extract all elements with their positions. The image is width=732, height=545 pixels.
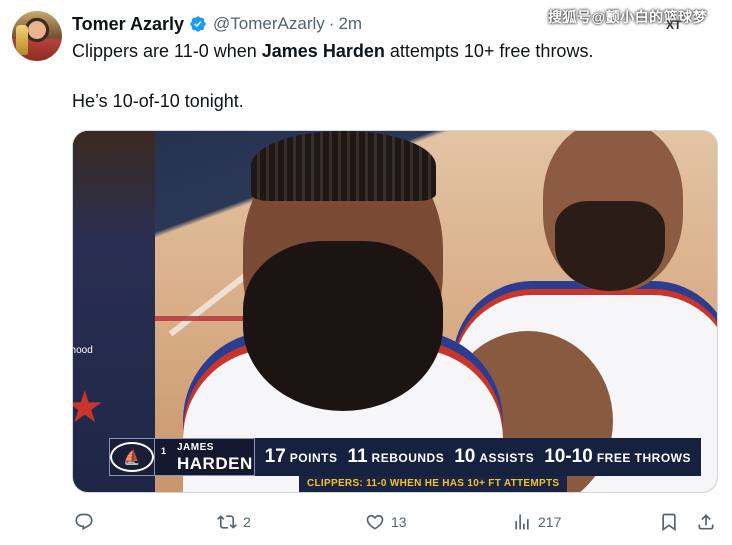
- share-icon: [698, 514, 714, 530]
- watermark-small: XT: [666, 18, 682, 32]
- team-logo: ⛵: [109, 438, 155, 476]
- tweet-media-image[interactable]: nhood ★ ⛵ 1 JAMES HARDEN 17POINTS 11REBO…: [72, 130, 718, 493]
- views-icon: [515, 514, 529, 530]
- tweet-text-part2: attempts 10+ free throws.: [384, 41, 594, 61]
- views-count: 217: [538, 514, 562, 530]
- tweet-text: Clippers are 11-0 when James Harden atte…: [72, 39, 712, 114]
- player-number: 1: [161, 446, 167, 456]
- like-count: 13: [391, 514, 407, 530]
- player-last-name: HARDEN: [177, 454, 253, 473]
- harden-beard: [243, 241, 443, 411]
- player-stats: 17 POINTS 11 REBOUNDS 10 ASSISTS 10-10 FREE …: [254, 438, 701, 476]
- stat-value: 10: [454, 446, 476, 467]
- separator-dot: ·: [328, 14, 335, 33]
- tweet-header: Tomer Azarly @TomerAzarly · 2m: [72, 12, 362, 36]
- bookmark-button[interactable]: [659, 507, 679, 537]
- left-player-jersey-text: nhood: [73, 345, 93, 356]
- stat-value: 11: [347, 446, 368, 467]
- bookmark-icon: [662, 513, 676, 532]
- tweet-line-2: He’s 10-of-10 tonight.: [72, 91, 244, 111]
- tweet-time[interactable]: 2m: [338, 14, 362, 34]
- reply-icon: [75, 513, 93, 531]
- stat-label: POINTS: [289, 451, 338, 465]
- stat-label: REBOUNDS: [371, 451, 445, 465]
- watermark: 搜狐号@颤小白的篮球梦: [548, 9, 708, 25]
- player-first-name: JAMES: [177, 442, 214, 453]
- stat-assists: 10 ASSISTS: [454, 446, 534, 468]
- stat-rebounds: 11 REBOUNDS: [347, 446, 444, 468]
- star-graphic: ★: [73, 386, 104, 430]
- player-name-box: 1 JAMES HARDEN: [155, 438, 255, 476]
- views-button[interactable]: 217: [512, 507, 561, 537]
- team-logo-icon: ⛵: [110, 442, 154, 472]
- reply-button[interactable]: [74, 507, 100, 537]
- stat-label: FREE THROWS: [596, 451, 691, 465]
- share-button[interactable]: [696, 507, 716, 537]
- stat-value: 10-10: [544, 446, 593, 467]
- teammate-beard: [555, 201, 665, 291]
- retweet-icon: [217, 515, 237, 529]
- author-name[interactable]: Tomer Azarly: [72, 14, 184, 35]
- tweet-line-1: Clippers are 11-0 when James Harden atte…: [72, 39, 712, 64]
- trophy-graphic: [16, 25, 28, 55]
- retweet-button[interactable]: 2: [217, 507, 251, 537]
- stat-points: 17 POINTS: [265, 446, 338, 468]
- stat-free-throws: 10-10 FREE THROWS: [544, 446, 691, 468]
- stat-banner: ⛵ 1 JAMES HARDEN 17 POINTS 11 REBOUNDS 10 A…: [109, 438, 701, 476]
- author-avatar[interactable]: [12, 11, 62, 61]
- harden-hair: [251, 131, 436, 201]
- heart-icon: [366, 514, 384, 530]
- stat-subbanner: CLIPPERS: 11-0 WHEN HE HAS 10+ FT ATTEMP…: [299, 476, 568, 492]
- tweet-actions: 2 13 217: [72, 507, 718, 537]
- stat-value: 17: [264, 446, 286, 467]
- retweet-count: 2: [243, 514, 251, 530]
- verified-badge-icon: [190, 16, 206, 32]
- tweet-text-part1: Clippers are 11-0 when: [72, 41, 262, 61]
- author-handle[interactable]: @TomerAzarly: [213, 14, 325, 34]
- tweet-text-bold: James Harden: [261, 41, 385, 61]
- stat-label: ASSISTS: [479, 451, 535, 465]
- like-button[interactable]: 13: [365, 507, 407, 537]
